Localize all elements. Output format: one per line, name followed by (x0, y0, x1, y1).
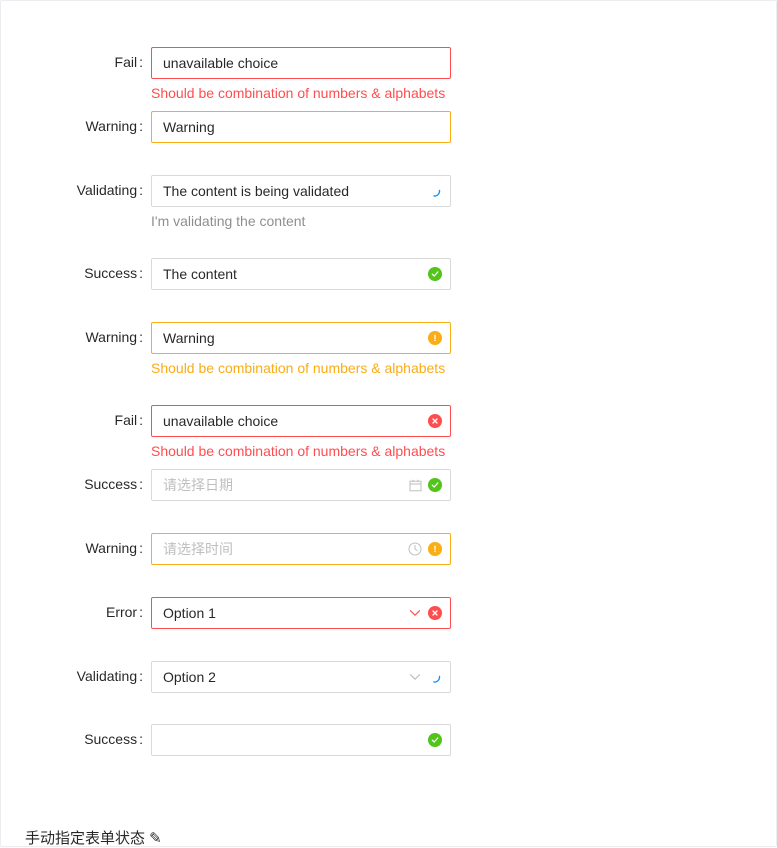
form-label: Success: (84, 731, 143, 747)
form-item-fail: Fail: unavailable choice Should be combi… (1, 47, 776, 101)
error-help-text: Should be combination of numbers & alpha… (151, 443, 446, 459)
form-item-warning: Warning: Warning (1, 111, 776, 143)
chevron-down-icon[interactable] (408, 606, 422, 620)
select-value: Option 1 (163, 605, 216, 621)
success-empty-input[interactable] (151, 724, 451, 756)
exclamation-circle-icon (428, 331, 442, 345)
check-circle-icon (428, 733, 442, 747)
warning-feedback-input[interactable]: Warning (151, 322, 451, 354)
input-value: Warning (163, 119, 215, 135)
fail-feedback-input[interactable]: unavailable choice (151, 405, 451, 437)
form-label: Warning: (85, 540, 143, 556)
form-item-validating-select: Validating: Option 2 (1, 661, 776, 693)
exclamation-circle-icon (428, 542, 442, 556)
chevron-down-icon[interactable] (408, 670, 422, 684)
form-label: Success: (84, 476, 143, 492)
success-input[interactable]: The content (151, 258, 451, 290)
warning-help-text: Should be combination of numbers & alpha… (151, 360, 446, 376)
form-item-success-empty: Success: (1, 724, 776, 756)
time-picker[interactable]: 请选择时间 (151, 533, 451, 565)
form-item-warning-feedback: Warning: Warning Should be combination o… (1, 322, 776, 376)
form-label: Error: (105, 604, 143, 620)
form-label: Warning: (85, 118, 143, 134)
form-label: Validating: (76, 182, 143, 198)
form-item-error-select: Error: Option 1 (1, 597, 776, 629)
validating-help-text: I'm validating the content (151, 213, 306, 229)
time-placeholder: 请选择时间 (163, 541, 233, 557)
error-select[interactable]: Option 1 (151, 597, 451, 629)
form-item-validating: Validating: The content is being validat… (1, 175, 776, 229)
demo-description-title: 手动指定表单状态 ✎ (25, 830, 162, 847)
input-value: Warning (163, 330, 215, 346)
form-card: Fail: unavailable choice Should be combi… (0, 0, 777, 847)
input-value: The content is being validated (163, 183, 350, 199)
fail-input[interactable]: unavailable choice (151, 47, 451, 79)
check-circle-icon (428, 478, 442, 492)
form-item-fail-feedback: Fail: unavailable choice Should be combi… (1, 405, 776, 459)
loading-icon (428, 184, 442, 198)
calendar-icon (408, 478, 422, 492)
close-circle-icon (428, 606, 442, 620)
date-placeholder: 请选择日期 (163, 477, 233, 493)
warning-input[interactable]: Warning (151, 111, 451, 143)
validating-select[interactable]: Option 2 (151, 661, 451, 693)
error-help-text: Should be combination of numbers & alpha… (151, 85, 446, 101)
date-picker[interactable]: 请选择日期 (151, 469, 451, 501)
input-value: unavailable choice (163, 413, 279, 429)
check-circle-icon (428, 267, 442, 281)
form-item-success: Success: The content (1, 258, 776, 290)
input-value: The content (163, 266, 237, 282)
select-value: Option 2 (163, 669, 216, 685)
form-label: Fail: (114, 54, 143, 70)
form-label: Success: (84, 265, 143, 281)
loading-icon (428, 670, 442, 684)
form-label: Fail: (114, 412, 143, 428)
form-item-time: Warning: 请选择时间 (1, 533, 776, 565)
form-label: Validating: (76, 668, 143, 684)
form-label: Warning: (85, 329, 143, 345)
input-value: unavailable choice (163, 55, 279, 71)
clock-icon (408, 542, 422, 556)
close-circle-icon (428, 414, 442, 428)
form-item-date: Success: 请选择日期 (1, 469, 776, 501)
validating-input[interactable]: The content is being validated (151, 175, 451, 207)
